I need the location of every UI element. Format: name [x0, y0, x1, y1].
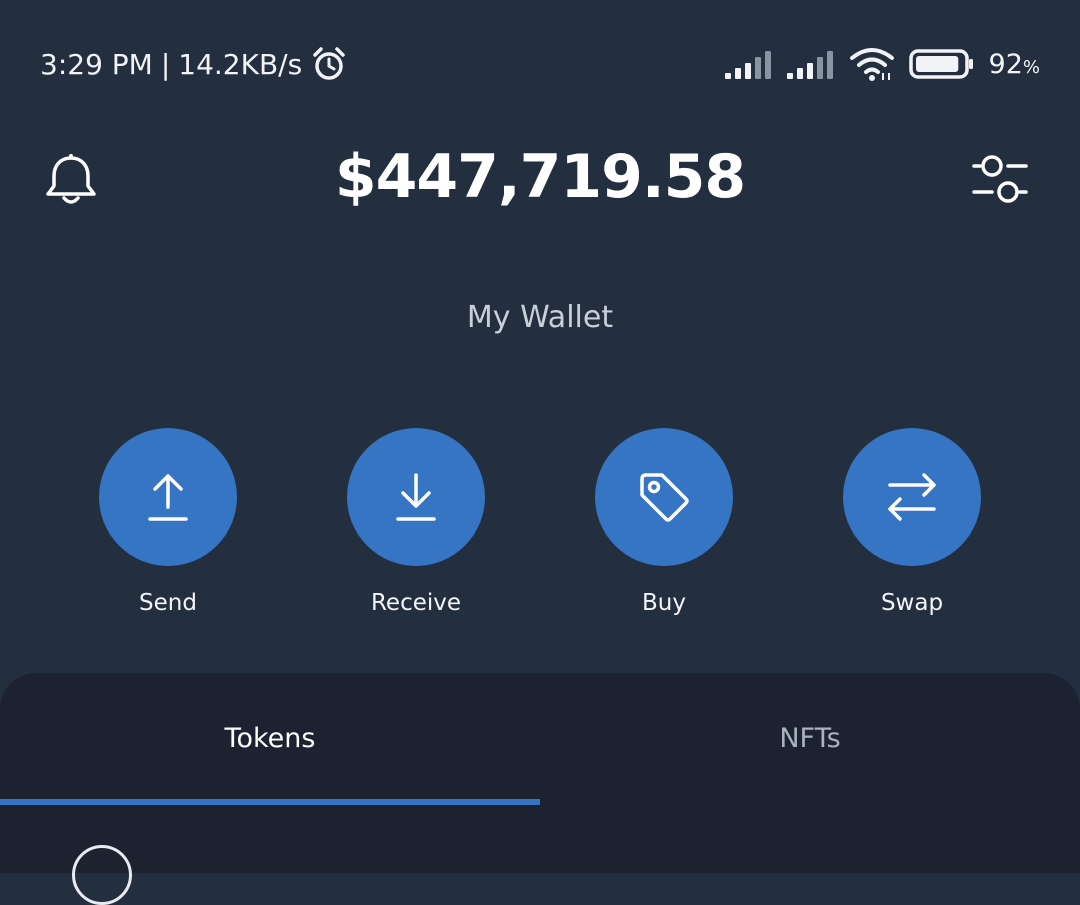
upload-arrow-icon: [148, 474, 188, 521]
tab-tokens[interactable]: Tokens: [0, 673, 540, 803]
price-tag-icon: [640, 473, 689, 522]
network-speed: 14.2KB/s: [178, 47, 303, 81]
assets-panel: Tokens NFTs: [0, 673, 1080, 905]
status-separator: |: [160, 47, 171, 81]
total-balance: $447,719.58: [334, 142, 746, 212]
status-left: 3:29 PM | 14.2KB/s: [40, 44, 348, 84]
sliders-icon[interactable]: [970, 148, 1030, 208]
swap-circle[interactable]: [843, 428, 981, 566]
signal-icon: [786, 49, 835, 79]
swap-button[interactable]: Swap: [843, 428, 981, 616]
receive-button[interactable]: Receive: [347, 428, 485, 616]
wallet-header: $447,719.58: [0, 130, 1080, 230]
active-tab-indicator: [0, 799, 540, 805]
signal-icon: [724, 49, 773, 79]
tab-nfts[interactable]: NFTs: [540, 673, 1080, 803]
swap-label: Swap: [880, 590, 944, 616]
send-circle[interactable]: [99, 428, 237, 566]
buy-button[interactable]: Buy: [595, 428, 733, 616]
receive-circle[interactable]: [347, 428, 485, 566]
wifi-icon: [849, 47, 895, 81]
download-arrow-icon: [396, 473, 436, 521]
send-button[interactable]: Send: [99, 428, 237, 616]
status-right: 92%: [724, 44, 1040, 84]
status-time: 3:29 PM: [40, 47, 153, 81]
send-label: Send: [139, 590, 197, 616]
status-bar: 3:29 PM | 14.2KB/s 92%: [0, 0, 1080, 130]
receive-label: Receive: [370, 590, 462, 616]
action-bar: Send Receive Buy Swap: [0, 428, 1080, 628]
buy-circle[interactable]: [595, 428, 733, 566]
token-avatar[interactable]: [72, 845, 132, 905]
buy-label: Buy: [642, 590, 686, 616]
swap-arrows-icon: [888, 473, 936, 521]
wallet-name[interactable]: My Wallet: [0, 300, 1080, 335]
battery-percentage: 92%: [988, 48, 1040, 80]
battery-icon: [908, 48, 975, 80]
alarm-clock-icon: [310, 45, 348, 83]
